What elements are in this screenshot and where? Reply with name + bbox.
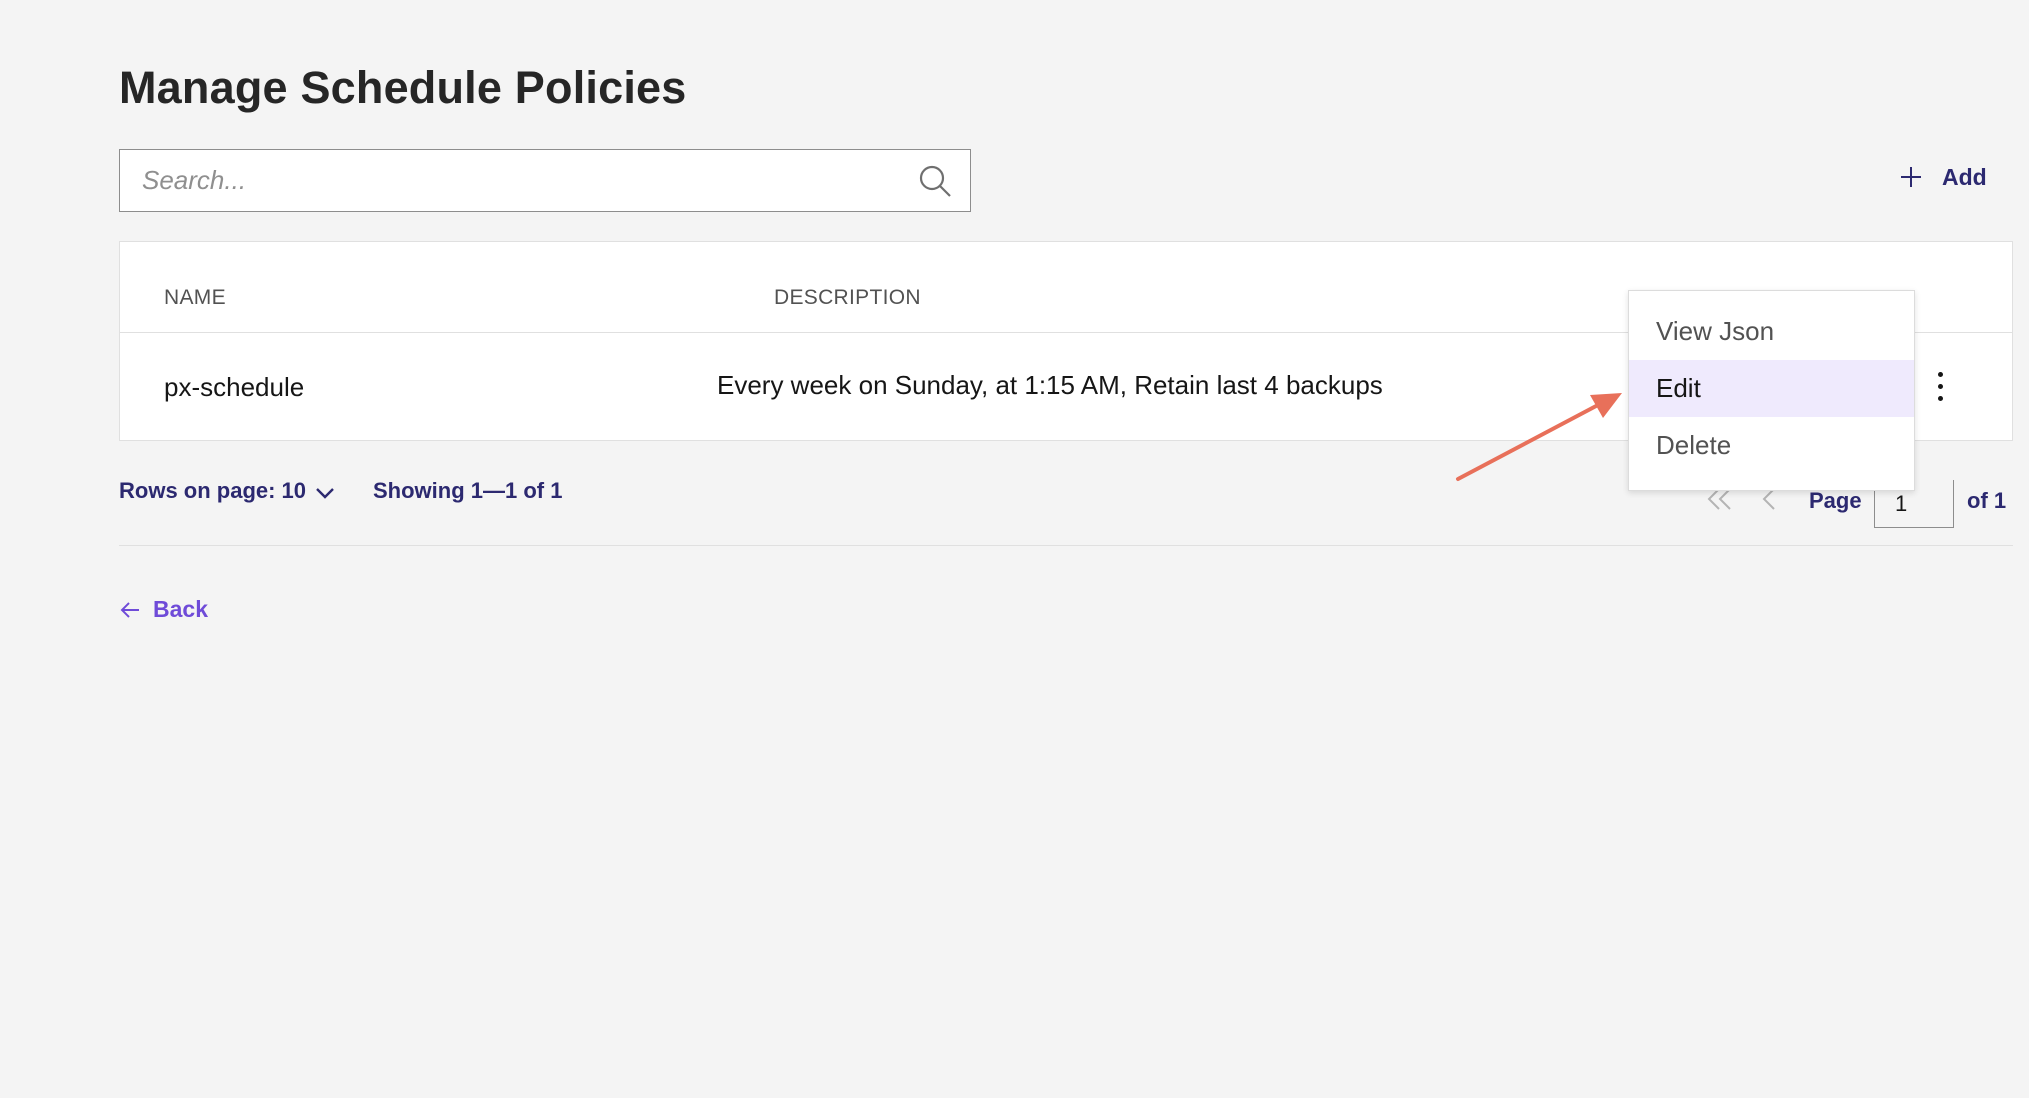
- policy-description: Every week on Sunday, at 1:15 AM, Retain…: [717, 370, 1383, 400]
- menu-item-delete[interactable]: Delete: [1629, 417, 1914, 474]
- rows-per-page-select[interactable]: Rows on page: 10: [119, 478, 336, 504]
- page-label: Page: [1809, 488, 1862, 513]
- add-button[interactable]: Add: [1898, 157, 1987, 197]
- search-icon[interactable]: [916, 162, 954, 200]
- page-title: Manage Schedule Policies: [119, 62, 687, 113]
- plus-icon: [1901, 167, 1921, 187]
- search-input[interactable]: [120, 150, 970, 211]
- menu-item-view-json[interactable]: View Json: [1629, 303, 1914, 360]
- row-actions-menu: View Json Edit Delete: [1628, 290, 1915, 491]
- showing-count: Showing 1—1 of 1: [373, 478, 563, 503]
- policy-name: px-schedule: [164, 372, 305, 402]
- chevron-down-icon: [316, 488, 334, 499]
- search-box[interactable]: [119, 149, 971, 212]
- back-link[interactable]: Back: [119, 596, 208, 623]
- column-header-description[interactable]: DESCRIPTION: [774, 286, 921, 310]
- back-label: Back: [153, 596, 208, 622]
- menu-item-edit[interactable]: Edit: [1629, 360, 1914, 417]
- more-vertical-icon[interactable]: [1928, 361, 1952, 411]
- rows-per-page-label: Rows on page: 10: [119, 478, 307, 503]
- manage-schedule-policies-page: Manage Schedule Policies Add NAME DESCRI…: [0, 0, 2029, 1098]
- arrow-left-icon: [120, 601, 139, 618]
- page-total: of 1: [1967, 488, 2007, 513]
- add-button-label: Add: [1942, 163, 1987, 190]
- column-header-name[interactable]: NAME: [164, 286, 226, 310]
